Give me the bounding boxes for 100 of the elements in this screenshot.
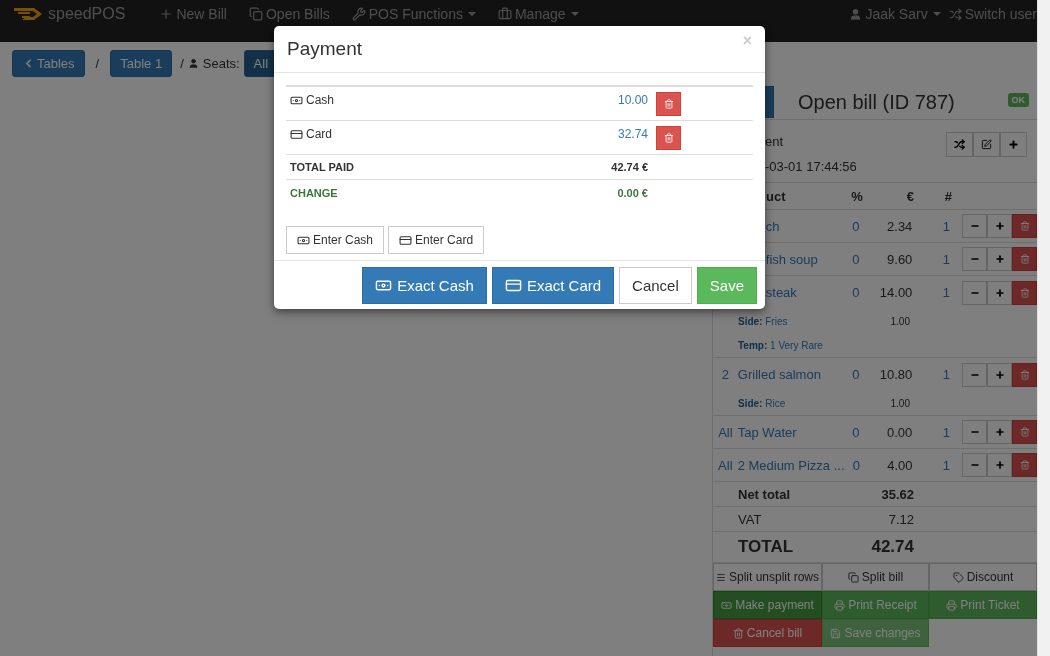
trash-icon (1019, 369, 1030, 380)
decrease-button[interactable] (962, 453, 987, 477)
quantity-value: 1 (941, 367, 950, 382)
modifier-price: 1.00 (889, 315, 910, 327)
quantity-value: 1 (941, 251, 950, 267)
nav-link[interactable]: POS Functions (351, 6, 476, 22)
date-text: -03-01 17:44:56 (765, 159, 858, 174)
tables-button[interactable]: Tables (12, 50, 85, 77)
tag-icon (952, 571, 964, 583)
action-button[interactable]: Print Ticket (929, 591, 1037, 619)
edit-button[interactable] (973, 132, 1000, 157)
total-label: TOTAL (738, 537, 795, 557)
table-button[interactable]: Table 1 (110, 50, 173, 77)
total-value: 42.74 (871, 537, 914, 557)
delete-button[interactable] (1012, 214, 1037, 238)
price-value: 10.80 (878, 367, 913, 382)
enter-payment-button[interactable]: Enter Card (388, 226, 485, 254)
credit-card-icon (399, 233, 413, 247)
nav-link[interactable]: Open Bills (248, 6, 330, 22)
modifier-text: Side: Fries (737, 315, 789, 327)
trash-icon (1019, 221, 1030, 231)
client-text: ent (765, 134, 785, 149)
increase-button[interactable] (987, 420, 1012, 444)
close-button[interactable]: × (742, 32, 752, 50)
decrease-button[interactable] (962, 420, 987, 444)
increase-button[interactable] (987, 362, 1012, 387)
action-button[interactable]: Cancel bill (713, 619, 822, 647)
modifier-price: 1.00 (889, 397, 910, 409)
dialog-button[interactable]: Exact Card (491, 267, 615, 304)
save-icon (830, 627, 842, 639)
payment-amount[interactable]: 10.00 (578, 93, 648, 107)
user-icon (849, 7, 863, 21)
caret-icon (932, 12, 941, 16)
enter-payment-button[interactable]: Enter Cash (286, 226, 385, 254)
decrease-button[interactable] (962, 280, 987, 305)
discount-value: 0 (851, 367, 861, 382)
delete-button[interactable] (1012, 453, 1037, 477)
payment-amount[interactable]: 32.74 (578, 127, 648, 141)
copy-icon (847, 571, 859, 583)
brand-name[interactable]: speedPOS (48, 6, 126, 22)
quantity-value: 1 (941, 424, 950, 440)
price-value: 4.00 (886, 457, 913, 473)
product-name[interactable]: 2 Medium Pizza ... (737, 457, 843, 473)
decrease-button[interactable] (962, 247, 987, 271)
shuffle-button[interactable] (946, 132, 973, 157)
total-label: VAT (738, 511, 763, 527)
delete-button[interactable] (1012, 247, 1037, 271)
price-value: 2.34 (886, 218, 913, 234)
delete-button[interactable] (1012, 362, 1037, 387)
action-button[interactable]: Split unsplit rows (713, 563, 822, 591)
trash-icon (1019, 460, 1030, 470)
seat-number: All (717, 457, 734, 473)
printer-icon (946, 599, 958, 611)
user-menu[interactable]: Jaak Sarv (849, 6, 941, 22)
delete-button[interactable] (656, 91, 681, 116)
delete-button[interactable] (1012, 280, 1037, 305)
price-value: 9.60 (886, 251, 913, 267)
column-header: uct (765, 188, 787, 204)
trash-icon (1019, 254, 1030, 264)
product-name[interactable]: Tap Water (737, 424, 842, 440)
decrease-button[interactable] (962, 362, 987, 387)
increase-button[interactable] (987, 247, 1012, 271)
logo-icon (12, 6, 44, 22)
dialog-title: Payment (287, 38, 363, 60)
action-button[interactable]: Print Receipt (822, 591, 929, 619)
breadcrumb-separator: / (95, 56, 100, 71)
trash-icon (663, 98, 674, 109)
nav-link[interactable]: Manage (497, 6, 579, 22)
action-button[interactable]: Split bill (822, 563, 929, 591)
discount-value: 0 (851, 457, 862, 473)
total-label: Net total (738, 486, 791, 502)
delete-button[interactable] (1012, 420, 1037, 444)
trash-icon (732, 627, 744, 639)
nav-link[interactable]: New Bill (159, 6, 227, 22)
price-value: 0.00 (886, 424, 913, 440)
plus-icon (994, 254, 1005, 264)
quantity-value: 1 (941, 285, 950, 300)
delete-button[interactable] (656, 125, 681, 150)
trash-icon (1019, 287, 1030, 298)
discount-value: 0 (851, 218, 861, 234)
dialog-button[interactable]: Cancel (619, 267, 692, 304)
discount-value: 0 (851, 251, 861, 267)
switch-user-link[interactable]: Switch user (948, 6, 1037, 22)
decrease-button[interactable] (962, 214, 987, 238)
action-button[interactable]: Discount (929, 563, 1037, 591)
printer-icon (834, 599, 846, 611)
scrollbar[interactable] (1037, 0, 1050, 656)
status-badge: OK (1007, 93, 1029, 107)
summary-label: TOTAL PAID (289, 161, 355, 173)
dialog-button[interactable]: Exact Cash (362, 267, 487, 304)
plus-icon (994, 369, 1005, 380)
edit-icon (981, 139, 992, 150)
dialog-button[interactable]: Save (696, 267, 757, 304)
action-button[interactable]: Make payment (713, 591, 822, 619)
increase-button[interactable] (987, 280, 1012, 305)
increase-button[interactable] (987, 453, 1012, 477)
modifier-text: Temp: 1 Very Rare (737, 339, 824, 351)
add-button[interactable] (1000, 132, 1027, 157)
increase-button[interactable] (987, 214, 1012, 238)
product-name[interactable]: Grilled salmon (737, 367, 842, 382)
